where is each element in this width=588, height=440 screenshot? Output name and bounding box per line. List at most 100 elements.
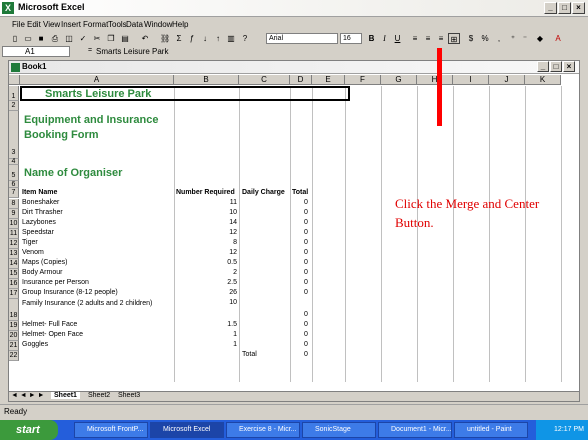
item-name-cell[interactable]: Tiger	[22, 239, 38, 246]
item-name-cell[interactable]: Body Armour	[22, 269, 62, 276]
font-color-icon[interactable]: A	[552, 33, 564, 44]
item-name-cell[interactable]: Boneshaker	[22, 199, 59, 206]
number-required-cell[interactable]: 1	[225, 331, 237, 338]
chart-wizard-icon[interactable]: ▥	[226, 33, 236, 44]
total-cell[interactable]: 0	[304, 219, 308, 226]
row-header[interactable]: 14	[9, 259, 19, 269]
row-header[interactable]: 1	[9, 86, 19, 101]
row-header[interactable]: 8	[9, 199, 19, 209]
menu-data[interactable]: Data	[126, 20, 143, 29]
tab-scroll-icon[interactable]: ◄ ◄ ► ►	[11, 392, 45, 399]
taskbar-item-frontpage[interactable]: Microsoft FrontP...	[74, 422, 148, 438]
taskbar-item-document1[interactable]: Document1 - Micr...	[378, 422, 452, 438]
number-required-cell[interactable]: 0.5	[225, 259, 237, 266]
park-title-cell[interactable]: Smarts Leisure Park	[45, 88, 151, 100]
item-name-cell[interactable]: Lazybones	[22, 219, 56, 226]
undo-icon[interactable]: ↶	[138, 33, 152, 44]
tab-sheet1[interactable]: Sheet1	[51, 392, 80, 399]
menu-format[interactable]: Format	[83, 20, 108, 29]
total-cell[interactable]: 0	[304, 279, 308, 286]
total-cell[interactable]: 0	[304, 311, 308, 318]
row-header[interactable]: 21	[9, 341, 19, 351]
total-cell[interactable]: 0	[304, 259, 308, 266]
organiser-label-cell[interactable]: Name of Organiser	[24, 167, 122, 179]
autosum-icon[interactable]: Σ	[174, 33, 184, 44]
item-name-cell[interactable]: Maps (Copies)	[22, 259, 68, 266]
bold-button[interactable]: B	[367, 33, 376, 44]
copy-icon[interactable]: ❐	[106, 33, 116, 44]
number-required-cell[interactable]: 1	[225, 341, 237, 348]
number-required-cell[interactable]: 12	[225, 229, 237, 236]
help-icon[interactable]: ?	[240, 33, 250, 44]
row-header[interactable]: 17	[9, 289, 19, 299]
row-header[interactable]: 7	[9, 188, 19, 198]
name-box[interactable]: A1	[2, 46, 70, 57]
item-name-cell[interactable]: Family Insurance (2 adults and 2 childre…	[22, 299, 162, 309]
number-required-cell[interactable]: 26	[225, 289, 237, 296]
paste-icon[interactable]: ▤	[120, 33, 130, 44]
number-required-cell[interactable]: 8	[225, 239, 237, 246]
total-cell[interactable]: 0	[304, 321, 308, 328]
menu-help[interactable]: Help	[172, 20, 188, 29]
total-cell[interactable]: 0	[304, 269, 308, 276]
number-required-cell[interactable]: 2.5	[225, 279, 237, 286]
comma-style-icon[interactable]: ,	[493, 33, 505, 44]
minimize-button[interactable]: _	[544, 2, 557, 14]
taskbar-item-paint[interactable]: untitled - Paint	[454, 422, 528, 438]
cut-icon[interactable]: ✂	[92, 33, 102, 44]
currency-icon[interactable]: $	[466, 33, 476, 44]
row-header[interactable]: 22	[9, 351, 19, 361]
menu-tools[interactable]: Tools	[108, 20, 127, 29]
number-required-cell[interactable]: 14	[225, 219, 237, 226]
sort-asc-icon[interactable]: ↓	[200, 33, 210, 44]
total-cell[interactable]: 0	[304, 331, 308, 338]
close-button[interactable]: ×	[572, 2, 585, 14]
number-required-cell[interactable]: 2	[225, 269, 237, 276]
select-all-corner[interactable]	[9, 75, 20, 85]
underline-button[interactable]: U	[393, 33, 402, 44]
taskbar-item-excel[interactable]: Microsoft Excel	[150, 422, 224, 438]
total-cell[interactable]: 0	[304, 341, 308, 348]
fill-color-icon[interactable]: ◆	[534, 33, 546, 44]
item-name-cell[interactable]: Dirt Thrasher	[22, 209, 63, 216]
row-header[interactable]: 20	[9, 331, 19, 341]
menu-insert[interactable]: Insert	[61, 20, 81, 29]
taskbar-item-sonicstage[interactable]: SonicStage	[302, 422, 376, 438]
total-cell[interactable]: 0	[304, 229, 308, 236]
header-number-required[interactable]: Number Required	[176, 189, 235, 196]
cell-grid[interactable]: Smarts Leisure Park Equipment and Insura…	[20, 86, 568, 382]
item-name-cell[interactable]: Speedstar	[22, 229, 54, 236]
menu-file[interactable]: File	[12, 20, 25, 29]
formula-content[interactable]: Smarts Leisure Park	[96, 47, 168, 56]
tab-sheet2[interactable]: Sheet2	[85, 392, 113, 399]
column-header-g[interactable]: G	[381, 75, 417, 85]
workbook-close-button[interactable]: ×	[563, 61, 575, 72]
taskbar-item-exercise[interactable]: Exercise 8 - Micr...	[226, 422, 300, 438]
column-header-b[interactable]: B	[174, 75, 239, 85]
row-header[interactable]: 18	[9, 299, 19, 321]
menu-edit[interactable]: Edit	[27, 20, 41, 29]
column-header-h[interactable]: H	[417, 75, 453, 85]
row-header[interactable]: 10	[9, 219, 19, 229]
header-total[interactable]: Total	[292, 189, 308, 196]
menu-view[interactable]: View	[43, 20, 60, 29]
workbook-maximize-button[interactable]: □	[550, 61, 562, 72]
merge-and-center-button[interactable]: ⊞	[448, 33, 460, 44]
row-header[interactable]: 13	[9, 249, 19, 259]
total-cell[interactable]: 0	[304, 209, 308, 216]
print-icon[interactable]: ⎙	[50, 33, 60, 44]
row-header[interactable]: 11	[9, 229, 19, 239]
total-cell[interactable]: 0	[304, 249, 308, 256]
row-header[interactable]: 2	[9, 101, 19, 111]
number-required-cell[interactable]: 10	[225, 299, 237, 306]
row-header[interactable]: 16	[9, 279, 19, 289]
header-daily-charge[interactable]: Daily Charge	[242, 189, 285, 196]
item-name-cell[interactable]: Goggles	[22, 341, 48, 348]
increase-decimal-icon[interactable]: ⁺	[508, 33, 518, 44]
item-name-cell[interactable]: Helmet- Full Face	[22, 321, 77, 328]
number-required-cell[interactable]: 11	[225, 199, 237, 206]
item-name-cell[interactable]: Venom	[22, 249, 44, 256]
total-cell[interactable]: 0	[304, 289, 308, 296]
align-left-icon[interactable]: ≡	[410, 33, 420, 44]
row-header[interactable]: 9	[9, 209, 19, 219]
